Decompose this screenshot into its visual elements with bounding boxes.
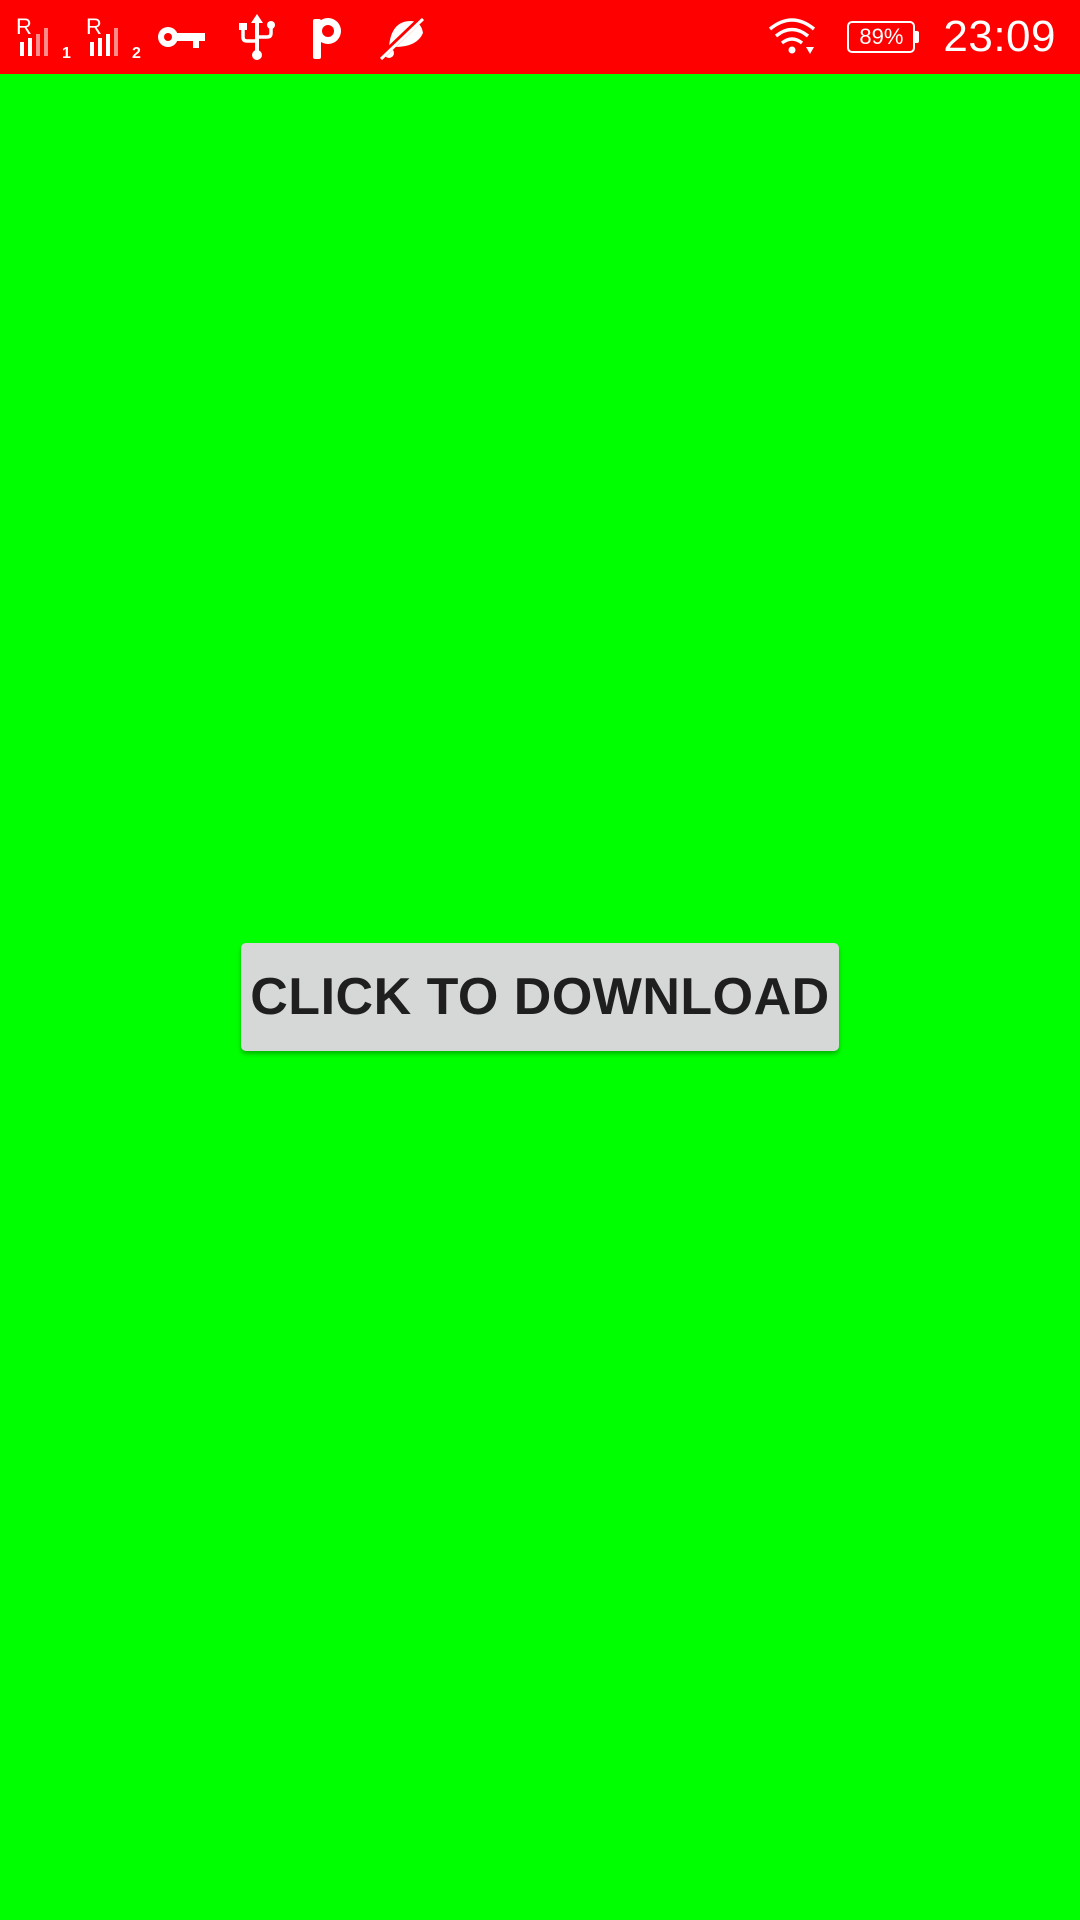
sim1-roaming-label: R	[16, 14, 32, 39]
download-button[interactable]: CLICK TO DOWNLOAD	[241, 943, 839, 1051]
status-bar: R 1 R 2 89% 23:09	[0, 0, 1080, 74]
status-bar-right: 89% 23:09	[767, 0, 1056, 74]
mute-notifications-icon	[376, 0, 428, 74]
p-notification-icon	[308, 0, 348, 74]
battery-percent: 89%	[859, 24, 904, 49]
status-bar-left: R 1 R 2	[16, 0, 428, 74]
battery-indicator: 89%	[847, 21, 920, 53]
sim1-signal-icon: R 1	[16, 0, 72, 74]
vpn-key-icon	[156, 0, 208, 74]
wifi-icon	[767, 0, 817, 74]
status-bar-clock: 23:09	[943, 12, 1056, 61]
usb-icon	[234, 0, 280, 74]
sim2-signal-icon: R 2	[86, 0, 142, 74]
screen: R 1 R 2 89% 23:09 CLICK TO DOWNLOAD	[0, 0, 1080, 1920]
sim2-slot-label: 2	[132, 45, 141, 62]
sim2-roaming-label: R	[86, 14, 102, 39]
sim1-slot-label: 1	[62, 45, 71, 62]
